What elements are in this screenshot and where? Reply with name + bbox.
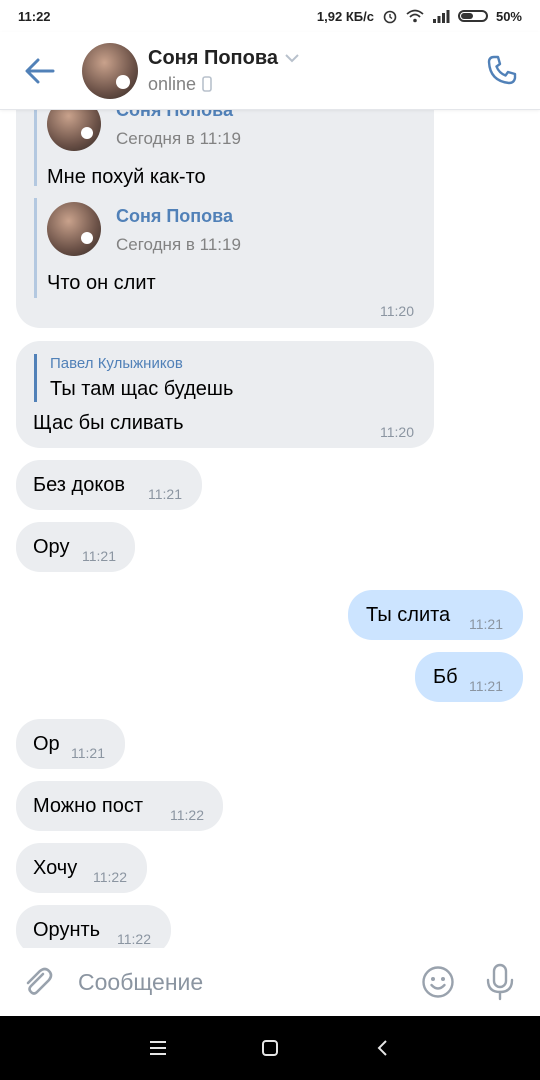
forward-author[interactable]: Соня Попова bbox=[116, 206, 233, 227]
avatar[interactable] bbox=[82, 42, 138, 99]
status-time: 11:22 bbox=[18, 8, 51, 24]
paperclip-icon bbox=[26, 967, 53, 995]
message-time: 11:22 bbox=[170, 807, 204, 823]
nav-home-button[interactable] bbox=[252, 1030, 288, 1066]
nav-menu-button[interactable] bbox=[140, 1030, 176, 1066]
chat-title[interactable]: Соня Попова online bbox=[148, 47, 300, 95]
message-text: Хочу bbox=[33, 857, 78, 879]
contact-status: online bbox=[148, 74, 300, 95]
contact-name: Соня Попова bbox=[148, 46, 279, 69]
forward-text: Что он слит bbox=[47, 272, 156, 294]
forward-text: Мне похуй как-то bbox=[47, 166, 206, 188]
message-time: 11:21 bbox=[469, 616, 503, 632]
message-time: 11:20 bbox=[380, 424, 414, 440]
message-input[interactable] bbox=[78, 962, 398, 1002]
reply-quote: Ты там щас будешь bbox=[50, 378, 234, 400]
message-text: Ор bbox=[33, 733, 60, 755]
nav-back-button[interactable] bbox=[364, 1030, 400, 1066]
emoji-button[interactable] bbox=[418, 962, 458, 1002]
microphone-icon bbox=[486, 963, 514, 1001]
reply-line bbox=[34, 354, 37, 402]
chat-header: Соня Попова online bbox=[0, 32, 540, 110]
alarm-icon bbox=[383, 10, 397, 24]
battery-percent: 50% bbox=[495, 8, 522, 24]
forward-avatar[interactable] bbox=[47, 202, 101, 256]
message-time: 11:21 bbox=[82, 548, 116, 564]
reply-author[interactable]: Павел Кулыжников bbox=[50, 355, 183, 372]
message-text: Орунть bbox=[33, 919, 101, 941]
message-time: 11:22 bbox=[93, 869, 127, 885]
back-button[interactable] bbox=[12, 43, 68, 99]
composer bbox=[0, 948, 540, 1016]
status-indicators: 1,92 КБ/с 50% bbox=[317, 8, 522, 24]
nav-back-icon bbox=[377, 1040, 387, 1056]
status-text: online bbox=[148, 73, 197, 94]
message-text: Ты слита bbox=[366, 604, 451, 626]
forward-line bbox=[34, 198, 37, 298]
message-text: Ору bbox=[33, 536, 70, 558]
message-time: 11:21 bbox=[71, 745, 105, 761]
forward-author[interactable]: Соня Попова bbox=[116, 110, 233, 121]
call-button[interactable] bbox=[480, 48, 524, 92]
message-time: 11:21 bbox=[469, 678, 503, 694]
message-text: Щас бы сливать bbox=[33, 412, 184, 434]
forward-date: Сегодня в 11:19 bbox=[116, 129, 241, 148]
status-bar: 11:22 1,92 КБ/с 50% bbox=[0, 0, 540, 32]
battery-icon bbox=[457, 10, 488, 22]
forward-line bbox=[34, 110, 37, 186]
mobile-icon bbox=[202, 76, 212, 92]
voice-button[interactable] bbox=[480, 960, 520, 1004]
message-text: Бб bbox=[433, 666, 458, 688]
wifi-icon bbox=[406, 9, 424, 23]
signal-icon bbox=[432, 10, 450, 23]
network-speed: 1,92 КБ/с bbox=[316, 8, 374, 24]
phone-icon bbox=[487, 55, 517, 85]
menu-icon bbox=[150, 1041, 166, 1055]
message-text: Можно пост bbox=[33, 795, 143, 817]
message-text: Без доков bbox=[33, 474, 126, 496]
chevron-down-icon bbox=[285, 54, 299, 63]
system-nav-bar bbox=[0, 1016, 540, 1080]
message-list[interactable]: Соня Попова Сегодня в 11:19 Мне похуй ка… bbox=[0, 110, 540, 948]
message-time: 11:22 bbox=[117, 931, 151, 947]
message-time: 11:21 bbox=[148, 486, 182, 502]
attach-button[interactable] bbox=[18, 962, 58, 1002]
forward-date: Сегодня в 11:19 bbox=[116, 235, 241, 254]
smile-icon bbox=[422, 966, 454, 998]
message-bubble-outgoing[interactable] bbox=[415, 652, 523, 702]
home-icon bbox=[262, 1040, 278, 1056]
message-time: 11:20 bbox=[380, 303, 414, 319]
back-arrow-icon bbox=[25, 58, 55, 83]
